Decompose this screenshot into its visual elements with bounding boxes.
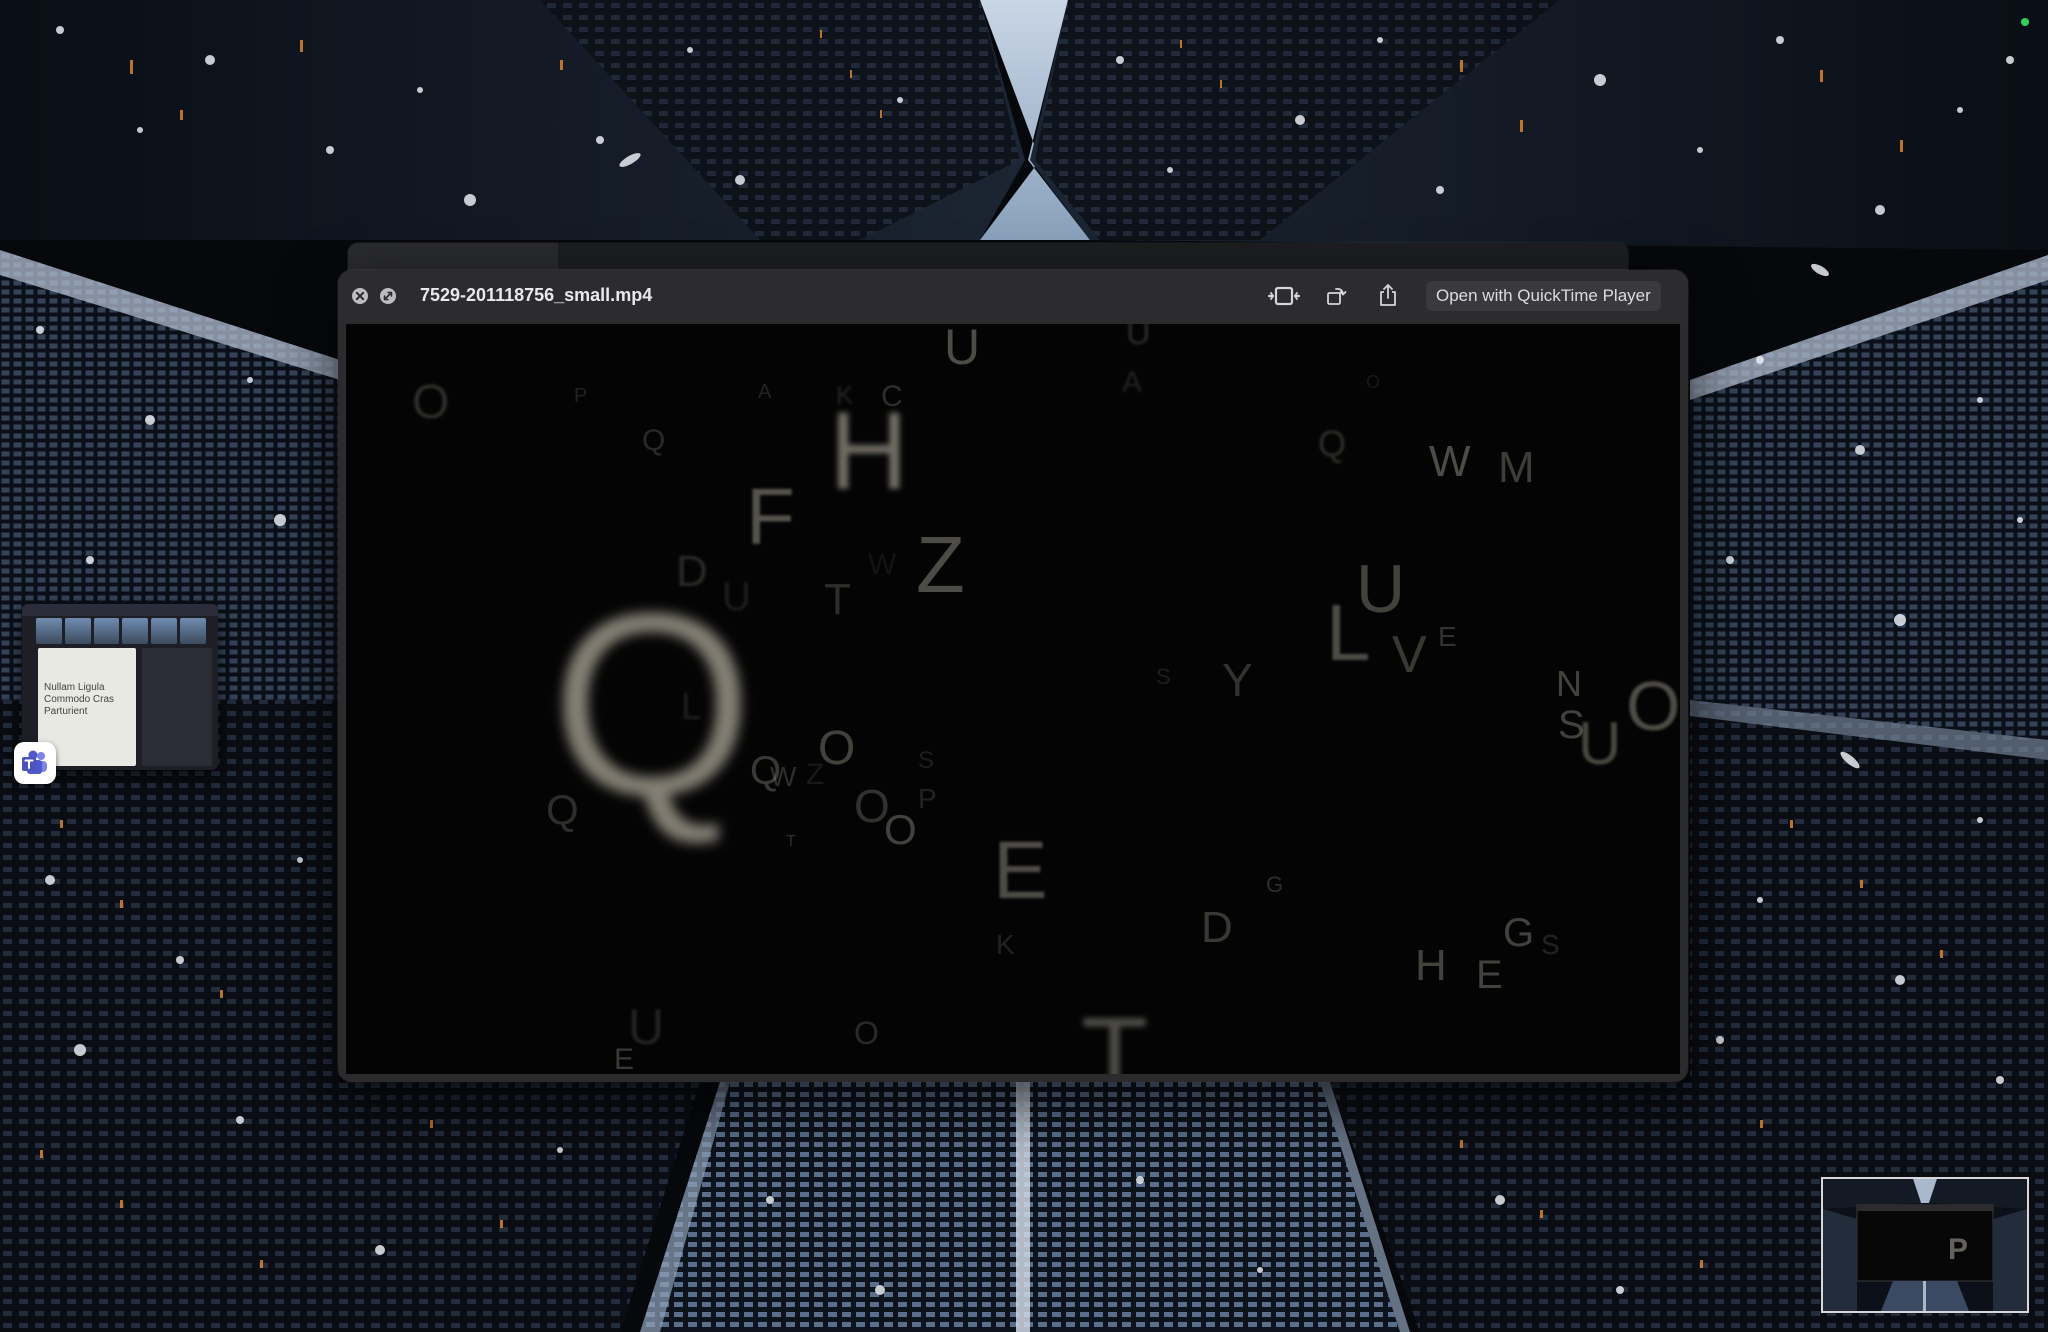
- video-letter: S: [918, 747, 934, 774]
- video-letter: Q: [551, 560, 753, 850]
- video-letter: E: [993, 825, 1048, 916]
- video-letter: S: [1156, 664, 1171, 689]
- svg-text:P: P: [1948, 1233, 1968, 1266]
- teams-logo-icon: [22, 750, 47, 774]
- fullscreen-icon: [380, 288, 396, 304]
- video-player[interactable]: UULOPAKCAOHQQWMFDUTZWULVEQYSNUSOQWZOPQTO…: [346, 324, 1680, 1074]
- video-letter: Q: [546, 786, 579, 833]
- video-letter: S: [1541, 929, 1560, 960]
- thumbnail-chat-panel: [142, 648, 212, 766]
- preview-image: P: [1823, 1179, 2027, 1311]
- video-letter: G: [1503, 911, 1534, 955]
- video-letter: P: [918, 783, 937, 814]
- close-button[interactable]: [351, 287, 369, 305]
- rotate-icon: [1327, 287, 1347, 305]
- video-frame: U ULO P A K C A OHQ Q W MFDU T ZW UL V EQ YS NUSOQW ZO PQT O…: [346, 324, 1680, 1074]
- background-window-tabstrip: [558, 243, 1628, 269]
- video-letter: L: [1326, 588, 1371, 677]
- video-letter: H: [829, 390, 908, 513]
- video-letter: Z: [806, 758, 824, 791]
- video-letter: V: [1392, 626, 1427, 684]
- video-letter: Q: [1318, 423, 1346, 464]
- thumbnail-video-tiles: [36, 618, 206, 644]
- video-letter: H: [1415, 941, 1447, 990]
- video-letter: N: [1556, 663, 1582, 704]
- video-letter: Z: [916, 520, 965, 609]
- video-letter: W: [770, 761, 797, 792]
- video-letter: O: [884, 806, 917, 853]
- video-letter: W: [868, 548, 897, 581]
- close-icon: [352, 288, 368, 304]
- video-letter: O: [1626, 667, 1680, 745]
- video-letter: O: [412, 376, 449, 429]
- video-letter: E: [1476, 953, 1503, 997]
- video-letter: T: [824, 575, 851, 624]
- quicklook-filename: 7529-201118756_small.mp4: [420, 285, 653, 305]
- video-letter: A: [1122, 366, 1142, 399]
- video-letter: K: [996, 929, 1015, 960]
- trim-button[interactable]: [1266, 282, 1302, 310]
- quicklook-window[interactable]: 7529-201118756_small.mp4 Open with Quick…: [338, 270, 1688, 1082]
- trim-icon: [1267, 286, 1301, 306]
- video-letter: U: [1126, 324, 1151, 352]
- thumbnail-document-title: Nullam Ligula Commodo Cras Parturient: [44, 682, 115, 717]
- video-letter: O: [1366, 372, 1380, 392]
- video-letter: S: [1558, 703, 1585, 747]
- video-letter: Y: [1222, 654, 1253, 706]
- microsoft-teams-icon[interactable]: [14, 742, 56, 784]
- video-letter: Q: [642, 424, 665, 457]
- video-letter: T: [786, 833, 796, 850]
- share-icon: [1380, 284, 1396, 306]
- video-letter: T: [1081, 995, 1148, 1074]
- video-letter: E: [1438, 621, 1457, 652]
- camera-in-use-indicator: [2021, 18, 2029, 26]
- screenshot-preview-thumbnail[interactable]: P: [1821, 1177, 2029, 1313]
- video-letter: U: [944, 324, 980, 375]
- video-letter: D: [1201, 903, 1233, 952]
- fullscreen-button[interactable]: [379, 287, 397, 305]
- video-letter: P: [574, 385, 587, 407]
- share-button[interactable]: [1374, 280, 1402, 310]
- video-letter: W: [1429, 437, 1471, 486]
- video-letter: F: [746, 472, 795, 561]
- desktop: 7529-201118756_small.mp4 Open with Quick…: [0, 0, 2048, 1332]
- video-letter: O: [854, 1015, 879, 1051]
- video-letter: G: [1266, 872, 1283, 897]
- rotate-button[interactable]: [1322, 282, 1350, 310]
- video-letter: M: [1498, 443, 1535, 492]
- video-letter: E: [614, 1043, 634, 1074]
- video-letter: A: [758, 381, 772, 403]
- open-with-quicktime-button[interactable]: Open with QuickTime Player: [1426, 281, 1661, 311]
- quicklook-titlebar[interactable]: 7529-201118756_small.mp4 Open with Quick…: [338, 270, 1688, 322]
- thumbnail-titlebar: [22, 604, 218, 616]
